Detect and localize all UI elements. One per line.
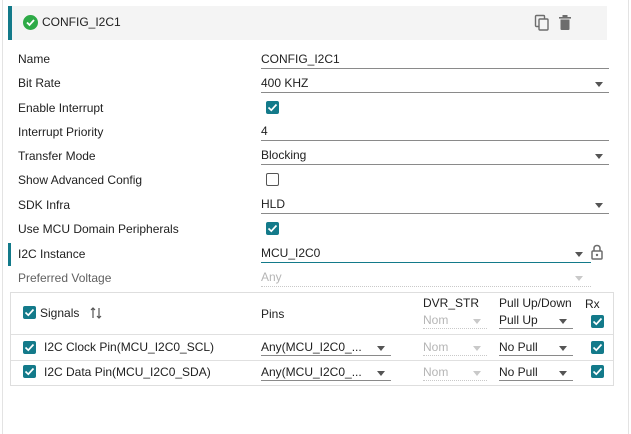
sort-icon[interactable] <box>90 306 102 323</box>
transfer-mode-select[interactable]: Blocking <box>261 147 609 165</box>
signal-name: I2C Clock Pin(MCU_I2C0_SCL) <box>44 340 215 354</box>
rx-checkbox[interactable] <box>591 365 604 378</box>
sdk-infra-label: SDK Infra <box>18 198 71 212</box>
transfer-mode-value: Blocking <box>261 148 307 162</box>
dvr-str-header-value: Nom <box>423 313 449 327</box>
enable-interrupt-checkbox[interactable] <box>266 101 279 114</box>
pull-value: No Pull <box>499 365 538 379</box>
pull-header: Pull Up/Down <box>499 296 572 310</box>
name-value: CONFIG_I2C1 <box>261 52 340 66</box>
sdk-infra-value: HLD <box>261 197 286 211</box>
lock-icon[interactable] <box>591 244 603 263</box>
rx-all-checkbox[interactable] <box>591 315 604 328</box>
delete-icon[interactable] <box>558 14 574 32</box>
preferred-voltage-select: Any <box>261 269 591 287</box>
chevron-down-icon <box>595 82 603 87</box>
pin-select[interactable]: Any(MCU_I2C0_... <box>261 365 391 381</box>
chevron-down-icon <box>575 252 583 257</box>
preferred-voltage-value: Any <box>261 270 282 284</box>
chevron-down-icon <box>559 371 567 376</box>
name-label: Name <box>18 52 51 66</box>
chevron-down-icon <box>559 346 567 351</box>
dvr-str-value: Nom <box>423 340 449 354</box>
signal-row-checkbox[interactable] <box>23 341 36 354</box>
i2c-instance-select[interactable]: MCU_I2C0 <box>261 245 591 263</box>
interrupt-priority-input[interactable]: 4 <box>261 123 609 141</box>
chevron-down-icon <box>575 276 583 281</box>
transfer-mode-label: Transfer Mode <box>18 149 96 163</box>
chevron-down-icon <box>595 154 603 159</box>
signals-table: Signals Pins DVR_STR Nom Pull Up/Down Pu… <box>10 292 614 386</box>
chevron-down-icon <box>377 346 385 351</box>
interrupt-priority-label: Interrupt Priority <box>18 125 104 139</box>
bit-rate-select[interactable]: 400 KHZ <box>261 75 609 93</box>
pull-header-select[interactable]: Pull Up <box>499 313 573 329</box>
use-mcu-domain-label: Use MCU Domain Peripherals <box>18 222 179 236</box>
enable-interrupt-label: Enable Interrupt <box>18 101 104 115</box>
pins-header: Pins <box>261 307 285 321</box>
active-row-indicator <box>8 243 11 266</box>
pin-value: Any(MCU_I2C0_... <box>261 340 362 354</box>
pull-header-value: Pull Up <box>499 313 538 327</box>
i2c-instance-label: I2C Instance <box>18 247 86 261</box>
dvr-str-header-select: Nom <box>423 313 487 329</box>
chevron-down-icon <box>559 319 567 324</box>
pull-select[interactable]: No Pull <box>499 340 573 356</box>
use-mcu-domain-checkbox[interactable] <box>266 222 279 235</box>
show-advanced-label: Show Advanced Config <box>18 173 143 187</box>
config-title: CONFIG_I2C1 <box>42 15 121 29</box>
signals-header: Signals <box>40 306 80 320</box>
rx-header: Rx <box>585 297 600 311</box>
dvr-str-select: Nom <box>423 365 487 381</box>
show-advanced-checkbox[interactable] <box>266 173 279 186</box>
signal-row-checkbox[interactable] <box>23 365 36 378</box>
bit-rate-label: Bit Rate <box>18 76 61 90</box>
name-input[interactable]: CONFIG_I2C1 <box>261 51 609 69</box>
signal-name: I2C Data Pin(MCU_I2C0_SDA) <box>44 365 211 379</box>
chevron-down-icon <box>377 371 385 376</box>
copy-icon[interactable] <box>534 14 550 32</box>
dvr-str-header: DVR_STR <box>423 296 480 310</box>
table-divider <box>11 334 613 335</box>
sdk-infra-select[interactable]: HLD <box>261 196 609 214</box>
table-divider <box>11 360 613 361</box>
chevron-down-icon <box>473 319 481 324</box>
preferred-voltage-label: Preferred Voltage <box>18 271 112 285</box>
dvr-str-value: Nom <box>423 365 449 379</box>
pull-value: No Pull <box>499 340 538 354</box>
i2c-instance-value: MCU_I2C0 <box>261 246 321 260</box>
check-circle-icon <box>23 15 38 30</box>
rx-checkbox[interactable] <box>591 341 604 354</box>
chevron-down-icon <box>473 346 481 351</box>
pin-value: Any(MCU_I2C0_... <box>261 365 362 379</box>
bit-rate-value: 400 KHZ <box>261 76 309 90</box>
select-all-signals-checkbox[interactable] <box>23 306 36 319</box>
config-header: CONFIG_I2C1 <box>8 6 607 40</box>
interrupt-priority-value: 4 <box>261 124 268 138</box>
pull-select[interactable]: No Pull <box>499 365 573 381</box>
chevron-down-icon <box>595 203 603 208</box>
pin-select[interactable]: Any(MCU_I2C0_... <box>261 340 391 356</box>
dvr-str-select: Nom <box>423 340 487 356</box>
chevron-down-icon <box>473 371 481 376</box>
